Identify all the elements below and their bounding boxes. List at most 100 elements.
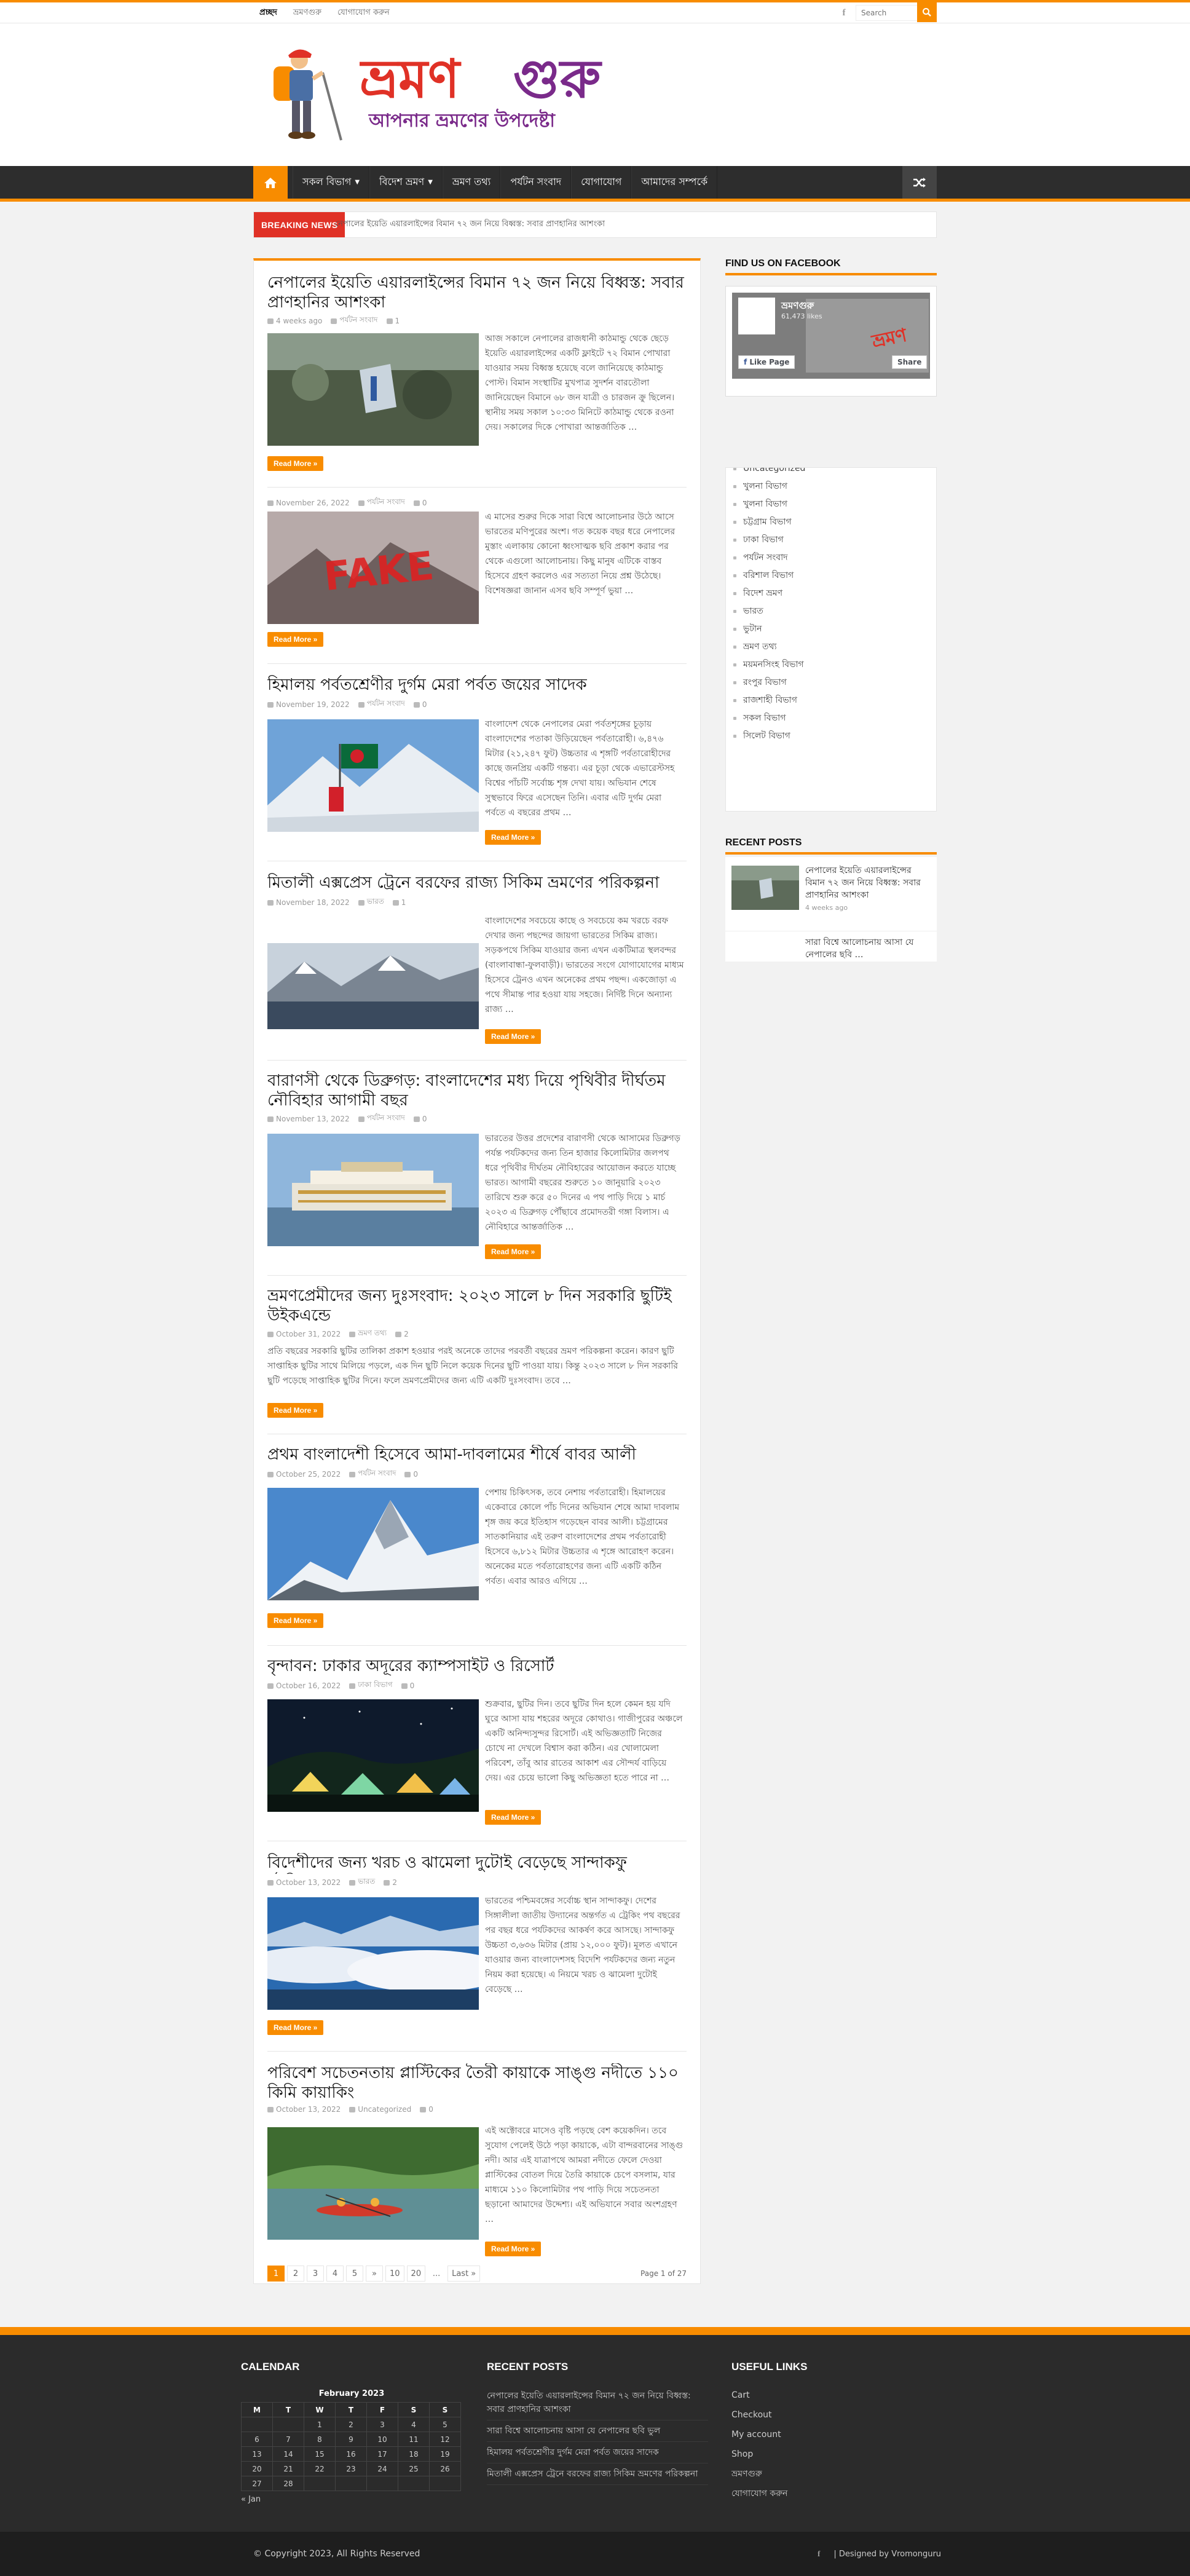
category-item[interactable]: বিদেশ ভ্রমণ — [726, 584, 936, 602]
post-thumbnail[interactable] — [267, 2127, 479, 2240]
page-link[interactable]: 3 — [307, 2266, 324, 2282]
read-more-button[interactable]: Read More » — [267, 2020, 324, 2035]
footer-link-cart[interactable]: Cart — [731, 2385, 940, 2405]
post-category[interactable]: Uncategorized — [349, 2105, 411, 2114]
post-thumbnail[interactable]: FAKE — [267, 512, 479, 624]
post-comments[interactable]: 0 — [404, 1470, 418, 1479]
facebook-share-button[interactable]: Share — [892, 355, 928, 369]
post-category[interactable]: পর্যটন সংবাদ — [358, 497, 405, 509]
read-more-button[interactable]: Read More » — [267, 456, 324, 471]
nav-foreign-travel[interactable]: বিদেশ ভ্রমণ ▼ — [369, 166, 443, 199]
footer-recent-post[interactable]: মিতালী এক্সপ্রেস ট্রেনে বরফের রাজ্য সিকি… — [487, 2463, 708, 2485]
post-thumbnail[interactable] — [267, 1699, 479, 1812]
post-thumbnail[interactable] — [267, 1897, 479, 2010]
top-nav-about[interactable]: ভ্রমণগুরু — [293, 7, 321, 20]
nav-contact[interactable]: যোগাযোগ — [571, 166, 632, 199]
post-comments[interactable]: 0 — [413, 1115, 427, 1123]
post-thumbnail[interactable] — [267, 333, 479, 446]
facebook-icon[interactable]: f — [818, 2549, 820, 2559]
read-more-button[interactable]: Read More » — [267, 632, 324, 647]
post-category[interactable]: ভারত — [358, 896, 384, 909]
post-category[interactable]: ভ্রমণ তথ্য — [349, 1328, 387, 1340]
post-category[interactable]: পর্যটন সংবাদ — [358, 1113, 405, 1125]
category-item[interactable]: সিলেট বিভাগ — [726, 727, 936, 745]
post-thumbnail[interactable] — [267, 943, 479, 1056]
search-button[interactable] — [917, 2, 937, 22]
category-item[interactable]: ময়মনসিংহ বিভাগ — [726, 655, 936, 673]
post-comments[interactable]: 1 — [392, 898, 406, 907]
category-item[interactable]: সকল বিভাগ — [726, 709, 936, 727]
category-item[interactable]: খুলনা বিভাগ — [726, 477, 936, 495]
category-item[interactable]: রাজশাহী বিভাগ — [726, 691, 936, 709]
calendar-prev-month[interactable]: « Jan — [241, 2495, 462, 2504]
nav-travel-info[interactable]: ভ্রমণ তথ্য — [442, 166, 501, 199]
read-more-button[interactable]: Read More » — [267, 1613, 324, 1628]
post-category[interactable]: পর্যটন সংবাদ — [349, 1468, 396, 1480]
footer-link-checkout[interactable]: Checkout — [731, 2405, 940, 2425]
footer-recent-post[interactable]: হিমালয় পর্বতশ্রেণীর দুর্গম মেরা পর্বত জ… — [487, 2442, 708, 2463]
post-comments[interactable]: 0 — [420, 2105, 433, 2114]
read-more-button[interactable]: Read More » — [485, 1810, 542, 1825]
post-thumbnail[interactable] — [267, 719, 479, 832]
facebook-icon[interactable]: f — [836, 5, 852, 21]
category-item[interactable]: ভারত — [726, 602, 936, 620]
facebook-like-page-button[interactable]: f Like Page — [738, 355, 795, 369]
page-next[interactable]: » — [366, 2266, 383, 2282]
post-comments[interactable]: 2 — [384, 1878, 397, 1887]
page-link[interactable]: 5 — [346, 2266, 363, 2282]
category-item[interactable]: ভ্রমণ তথ্য — [726, 638, 936, 655]
nav-about-us[interactable]: আমাদের সম্পর্কে — [631, 166, 718, 199]
breaking-news-link[interactable]: নেপালের ইয়েতি এয়ারলাইন্সের বিমান ৭২ জন… — [335, 212, 605, 237]
nav-tourism-news[interactable]: পর্যটন সংবাদ — [500, 166, 572, 199]
top-nav-home[interactable]: প্রচ্ছদ — [259, 7, 277, 20]
read-more-button[interactable]: Read More » — [485, 1029, 542, 1044]
post-comments[interactable]: 1 — [386, 317, 400, 325]
post-title[interactable]: হিমালয় পর্বতশ্রেণীর দুর্গম মেরা পর্বত জ… — [267, 675, 687, 696]
post-title[interactable]: নেপালের ইয়েতি এয়ারলাইন্সের বিমান ৭২ জন… — [267, 273, 687, 312]
post-comments[interactable]: 2 — [395, 1330, 409, 1338]
post-title[interactable]: মিতালী এক্সপ্রেস ট্রেনে বরফের রাজ্য সিকি… — [267, 873, 687, 894]
page-link[interactable]: 4 — [326, 2266, 344, 2282]
category-item[interactable]: ভুটান — [726, 620, 936, 638]
post-thumbnail[interactable] — [267, 1134, 479, 1246]
category-item[interactable]: চট্টগ্রাম বিভাগ — [726, 513, 936, 531]
site-logo[interactable]: ভ্রমণ গুরু আপনার ভ্রমণের উপদেষ্টা — [261, 42, 605, 159]
footer-link-about[interactable]: ভ্রমণগুরু — [731, 2464, 940, 2484]
recent-post-item[interactable]: সারা বিশ্বে আলোচনায় আসা যে নেপালের ছবি … — [725, 931, 937, 962]
post-title[interactable]: ভ্রমণপ্রেমীদের জন্য দুঃসংবাদ: ২০২৩ সালে … — [267, 1286, 687, 1326]
post-thumbnail[interactable] — [267, 1488, 479, 1600]
category-item[interactable]: রংপুর বিভাগ — [726, 673, 936, 691]
post-title[interactable]: বারাণসী থেকে ডিব্রুগড়: বাংলাদেশের মধ্য … — [267, 1071, 687, 1110]
home-button[interactable] — [253, 166, 288, 199]
post-title[interactable]: বিদেশীদের জন্য খরচ ও ঝামেলা দুটোই বেড়েছ… — [267, 1853, 687, 1874]
search-input[interactable] — [856, 5, 917, 21]
post-comments[interactable]: 0 — [413, 700, 427, 709]
post-title[interactable]: প্রথম বাংলাদেশী হিসেবে আমা-দাবলামের শীর্… — [267, 1445, 687, 1466]
nav-all-divisions[interactable]: সকল বিভাগ ▼ — [293, 166, 370, 199]
read-more-button[interactable]: Read More » — [485, 2242, 542, 2256]
category-item[interactable]: পর্যটন সংবাদ — [726, 548, 936, 566]
read-more-button[interactable]: Read More » — [485, 1244, 542, 1259]
top-nav-contact[interactable]: যোগাযোগ করুন — [337, 7, 390, 20]
post-comments[interactable]: 0 — [413, 499, 427, 507]
recent-post-item[interactable]: নেপালের ইয়েতি এয়ারলাইন্সের বিমান ৭২ জন… — [725, 857, 937, 931]
post-category[interactable]: ঢাকা বিভাগ — [349, 1680, 393, 1692]
post-title[interactable]: পরিবেশ সচেতনতায় প্লাস্টিকের তৈরী কায়াক… — [267, 2063, 687, 2103]
category-item[interactable]: খুলনা বিভাগ — [726, 495, 936, 513]
page-last[interactable]: Last » — [447, 2266, 481, 2282]
page-link[interactable]: 20 — [406, 2266, 426, 2282]
read-more-button[interactable]: Read More » — [485, 830, 542, 845]
footer-link-shop[interactable]: Shop — [731, 2444, 940, 2464]
page-link[interactable]: 10 — [385, 2266, 404, 2282]
post-category[interactable]: পর্যটন সংবাদ — [331, 315, 378, 327]
category-item[interactable]: বরিশাল বিভাগ — [726, 566, 936, 584]
footer-link-contact[interactable]: যোগাযোগ করুন — [731, 2484, 940, 2503]
post-category[interactable]: পর্যটন সংবাদ — [358, 698, 405, 711]
post-title[interactable]: বৃন্দাবন: ঢাকার অদূরের ক্যাম্পসাইট ও রিস… — [267, 1656, 687, 1677]
footer-recent-post[interactable]: সারা বিশ্বে আলোচনায় আসা যে নেপালের ছবি … — [487, 2420, 708, 2442]
random-post-button[interactable] — [902, 166, 937, 199]
post-category[interactable]: ভারত — [349, 1876, 375, 1889]
category-item[interactable]: ঢাকা বিভাগ — [726, 531, 936, 548]
category-item[interactable]: Uncategorized — [726, 468, 936, 477]
footer-link-my-account[interactable]: My account — [731, 2425, 940, 2444]
